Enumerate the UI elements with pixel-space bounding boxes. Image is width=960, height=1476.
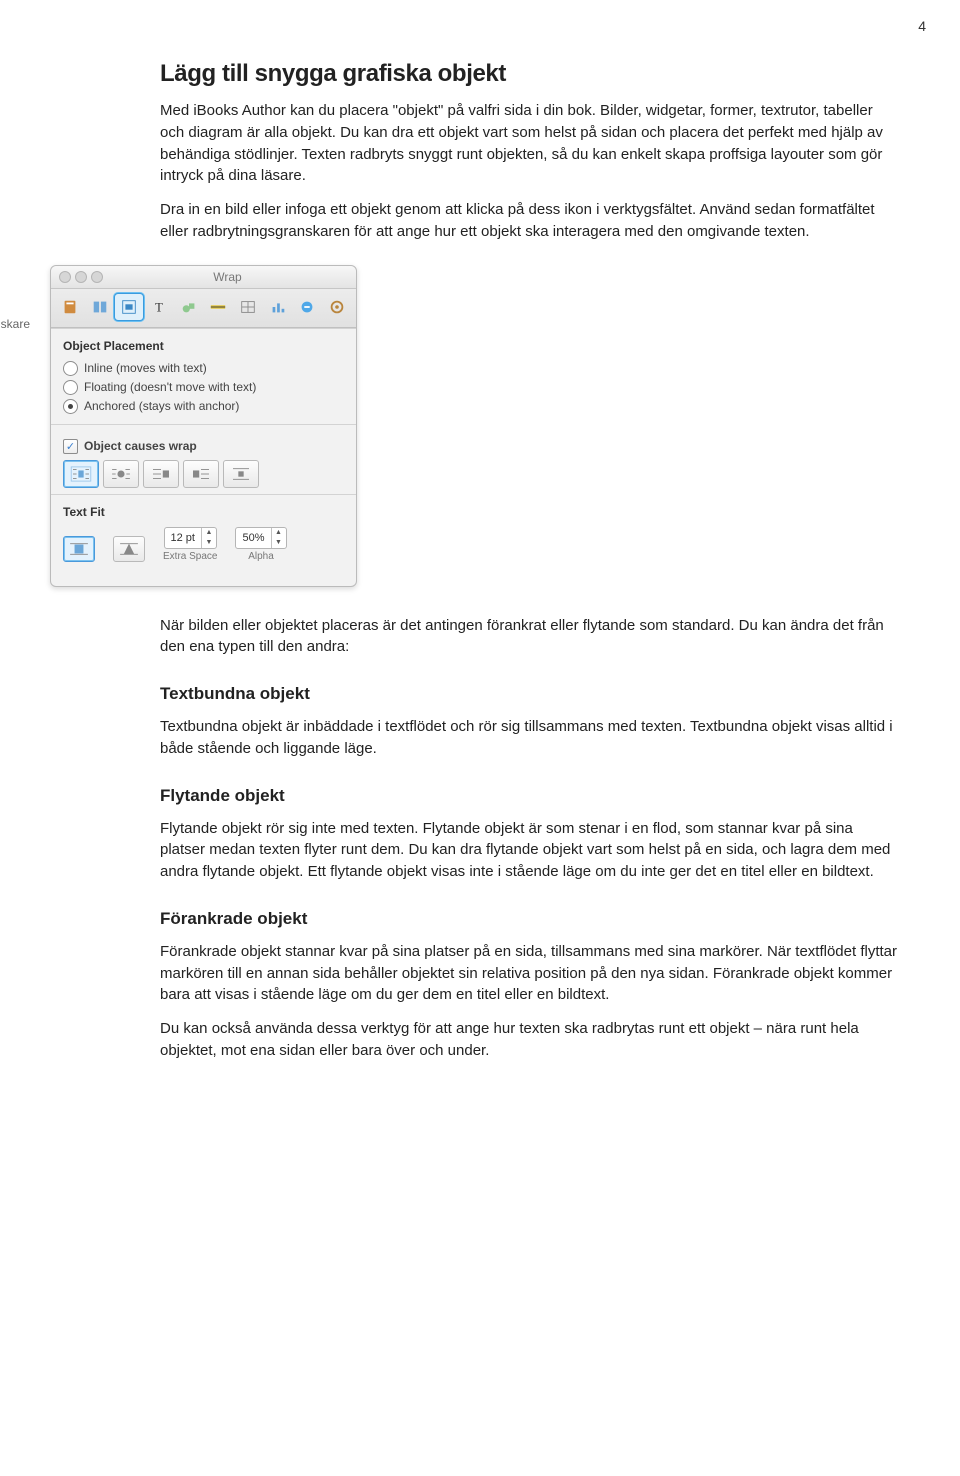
radio-inline[interactable]: Inline (moves with text) [63,361,344,376]
radio-inline-label: Inline (moves with text) [84,361,207,375]
tab-wrap-icon[interactable] [114,293,144,321]
subheading-textbound: Textbundna objekt [160,684,900,704]
tab-quicktime-icon[interactable] [322,293,352,321]
tab-chart-icon[interactable] [263,293,293,321]
alpha-stepper[interactable]: 50% ▲▼ [235,527,286,549]
wrap-left-button[interactable] [143,460,179,488]
paragraph-floating: Flytande objekt rör sig inte med texten.… [160,818,900,883]
after-figure-paragraph: När bilden eller objektet placeras är de… [160,615,900,659]
chevron-up-icon[interactable]: ▲ [272,528,286,538]
extra-space-label: Extra Space [163,551,217,562]
chevron-up-icon[interactable]: ▲ [202,528,216,538]
radio-icon [63,399,78,414]
tab-document-icon[interactable] [55,293,85,321]
radio-icon [63,380,78,395]
tab-text-icon[interactable]: T [144,293,174,321]
radio-anchored[interactable]: Anchored (stays with anchor) [63,399,344,414]
chevron-down-icon[interactable]: ▼ [202,538,216,548]
extra-space-value: 12 pt [165,532,201,544]
radio-anchored-label: Anchored (stays with anchor) [84,399,239,413]
text-fit-heading: Text Fit [63,505,344,519]
subheading-floating: Flytande objekt [160,786,900,806]
wrap-top-bottom-button[interactable] [223,460,259,488]
window-close-button[interactable] [59,271,71,283]
tab-table-icon[interactable] [233,293,263,321]
radio-floating-label: Floating (doesn't move with text) [84,380,256,394]
wrap-right-button[interactable] [183,460,219,488]
radio-floating[interactable]: Floating (doesn't move with text) [63,380,344,395]
intro-paragraph-2: Dra in en bild eller infoga ett objekt g… [160,199,900,243]
intro-paragraph-1: Med iBooks Author kan du placera "objekt… [160,100,900,187]
tab-graphic-icon[interactable] [174,293,204,321]
causes-wrap-label: Object causes wrap [84,439,197,453]
inspector-tabbar: T [51,289,356,328]
wrap-both-sides-button[interactable] [63,460,99,488]
tab-layout-icon[interactable] [85,293,115,321]
chevron-down-icon[interactable]: ▼ [272,538,286,548]
paragraph-textbound: Textbundna objekt är inbäddade i textflö… [160,716,900,760]
paragraph-anchored: Förankrade objekt stannar kvar på sina p… [160,941,900,1006]
page-number: 4 [918,18,926,34]
window-minimize-button[interactable] [75,271,87,283]
tab-metrics-icon[interactable] [204,293,234,321]
fit-rect-button[interactable] [63,536,95,562]
fit-contour-button[interactable] [113,536,145,562]
checkbox-icon: ✓ [63,439,78,454]
alpha-value: 50% [236,532,270,544]
object-placement-heading: Object Placement [63,339,344,353]
heading-main: Lägg till snygga grafiska objekt [160,60,900,88]
extra-space-stepper[interactable]: 12 pt ▲▼ [164,527,217,549]
final-paragraph: Du kan också använda dessa verktyg för a… [160,1018,900,1062]
window-titlebar: Wrap [51,266,356,289]
wrap-inspector-panel: Wrap T Object Placement Inline (moves wi… [50,265,357,587]
subheading-anchored: Förankrade objekt [160,909,900,929]
window-zoom-button[interactable] [91,271,103,283]
wrap-shape-button[interactable] [103,460,139,488]
checkbox-causes-wrap[interactable]: ✓ Object causes wrap [63,439,344,454]
svg-text:T: T [155,300,163,314]
radio-icon [63,361,78,376]
tab-link-icon[interactable] [293,293,323,321]
alpha-label: Alpha [248,551,274,562]
callout-wrap-inspector: Radbrytningsgranskare [0,265,50,331]
window-title: Wrap [107,270,348,284]
